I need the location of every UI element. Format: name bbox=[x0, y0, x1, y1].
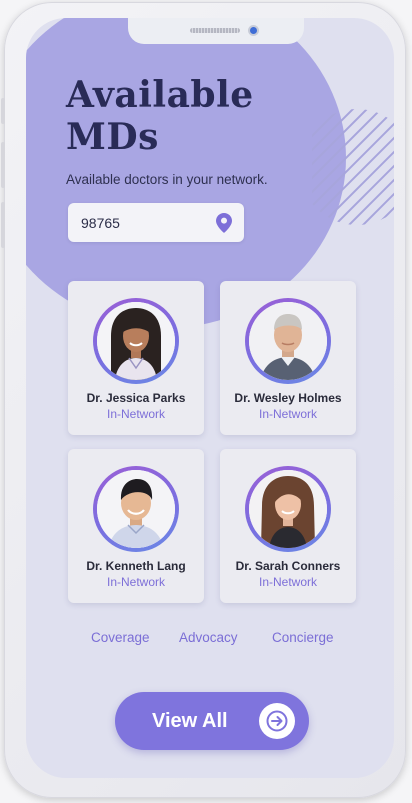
speaker-grille bbox=[190, 28, 240, 33]
doctor-name: Dr. Kenneth Lang bbox=[86, 559, 186, 573]
network-status: In-Network bbox=[106, 575, 165, 589]
female-doctor-photo bbox=[97, 302, 175, 380]
avatar-ring bbox=[93, 298, 179, 384]
page-title-line1: Available bbox=[66, 74, 254, 116]
doctor-name: Dr. Jessica Parks bbox=[86, 391, 186, 405]
screen: Available MDs Available doctors in your … bbox=[26, 18, 394, 778]
map-pin-icon[interactable] bbox=[216, 213, 232, 233]
side-button-volume-up bbox=[1, 142, 5, 188]
page-subtitle: Available doctors in your network. bbox=[66, 172, 268, 187]
page-title-line2: MDs bbox=[66, 116, 159, 158]
male-doctor-photo bbox=[249, 302, 327, 380]
concierge-link[interactable]: Concierge bbox=[272, 630, 334, 645]
doctor-name: Dr. Wesley Holmes bbox=[234, 391, 342, 405]
notch bbox=[128, 18, 304, 44]
avatar-ring bbox=[245, 298, 331, 384]
decorative-stripes bbox=[312, 109, 394, 225]
male-doctor-photo bbox=[97, 470, 175, 548]
network-status: In-Network bbox=[258, 575, 317, 589]
doctor-name: Dr. Sarah Conners bbox=[235, 559, 341, 573]
avatar-ring bbox=[93, 466, 179, 552]
network-status: In-Network bbox=[258, 407, 317, 421]
avatar-ring bbox=[245, 466, 331, 552]
front-camera bbox=[250, 27, 257, 34]
side-button-volume-down bbox=[1, 202, 5, 248]
doctor-card[interactable]: Dr. Jessica Parks In-Network bbox=[68, 281, 204, 435]
female-doctor-photo bbox=[249, 470, 327, 548]
doctor-card[interactable]: Dr. Sarah Conners In-Network bbox=[220, 449, 356, 603]
doctor-card[interactable]: Dr. Wesley Holmes In-Network bbox=[220, 281, 356, 435]
view-all-button[interactable]: View All bbox=[115, 692, 309, 750]
side-button-mute bbox=[1, 98, 5, 124]
doctor-card[interactable]: Dr. Kenneth Lang In-Network bbox=[68, 449, 204, 603]
view-all-label: View All bbox=[152, 710, 228, 732]
arrow-right-circle-icon bbox=[259, 703, 295, 739]
network-status: In-Network bbox=[106, 407, 165, 421]
coverage-link[interactable]: Coverage bbox=[91, 630, 150, 645]
page-title: Available MDs bbox=[66, 74, 254, 158]
advocacy-link[interactable]: Advocacy bbox=[179, 630, 238, 645]
phone-frame: Available MDs Available doctors in your … bbox=[1, 2, 406, 798]
